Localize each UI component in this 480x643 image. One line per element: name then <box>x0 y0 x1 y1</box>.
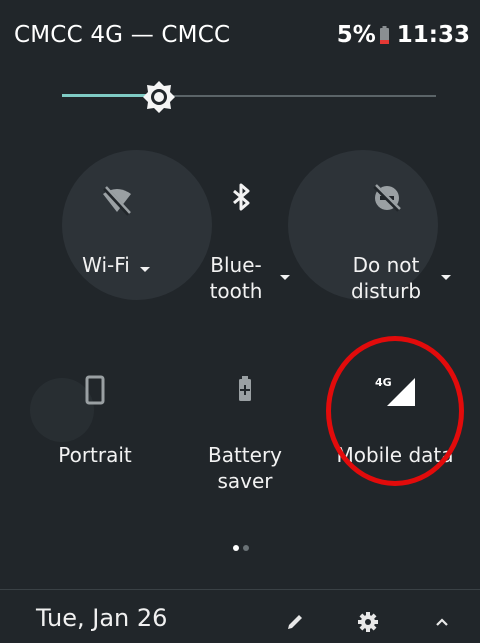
clock: 11:33 <box>396 22 470 48</box>
tile-dnd-label: Do not disturb <box>350 253 422 303</box>
tile-dnd-label-row: Do not disturb <box>312 252 462 304</box>
battery-saver-icon <box>239 376 251 401</box>
page-dot <box>243 545 249 551</box>
tile-battery-saver-label: Battery saver <box>207 443 283 493</box>
page-dot-active <box>233 545 239 551</box>
wifi-off-icon <box>103 186 131 216</box>
page-indicator <box>233 545 249 551</box>
battery-percent: 5% <box>336 22 376 48</box>
chevron-down-icon[interactable] <box>138 264 152 274</box>
brightness-thumb[interactable] <box>142 80 176 114</box>
brightness-sun-icon <box>143 81 175 113</box>
bluetooth-icon <box>233 183 250 211</box>
footer-divider <box>0 589 480 590</box>
portrait-icon <box>85 375 105 405</box>
battery-low-icon <box>379 26 389 44</box>
chevron-up-icon[interactable] <box>431 611 453 633</box>
tile-battery-saver-label-row: Battery saver <box>170 442 320 494</box>
tile-wifi-label: Wi-Fi <box>82 253 130 277</box>
tile-portrait-label-row: Portrait <box>20 442 170 468</box>
tile-bluetooth[interactable]: Blue- tooth <box>166 180 316 304</box>
date-label[interactable]: Tue, Jan 26 <box>36 604 167 632</box>
do-not-disturb-off-icon <box>373 184 401 212</box>
tile-portrait-label: Portrait <box>58 443 132 467</box>
tile-bluetooth-label: Blue- tooth <box>209 253 263 303</box>
tile-do-not-disturb[interactable]: Do not disturb <box>312 180 462 304</box>
tile-portrait[interactable]: Portrait <box>20 372 170 468</box>
brightness-slider[interactable] <box>62 80 436 114</box>
carrier-label: CMCC 4G — CMCC <box>14 22 231 48</box>
chevron-down-icon[interactable] <box>439 272 453 282</box>
pencil-icon[interactable] <box>284 611 306 633</box>
highlight-circle <box>326 336 464 486</box>
status-right: 5% 11:33 <box>337 22 470 48</box>
chevron-down-icon[interactable] <box>278 272 292 282</box>
status-bar: CMCC 4G — CMCC 5% 11:33 <box>0 0 480 70</box>
tile-battery-saver[interactable]: Battery saver <box>170 372 320 494</box>
tile-bluetooth-label-row: Blue- tooth <box>166 252 316 304</box>
gear-icon[interactable] <box>357 611 379 633</box>
